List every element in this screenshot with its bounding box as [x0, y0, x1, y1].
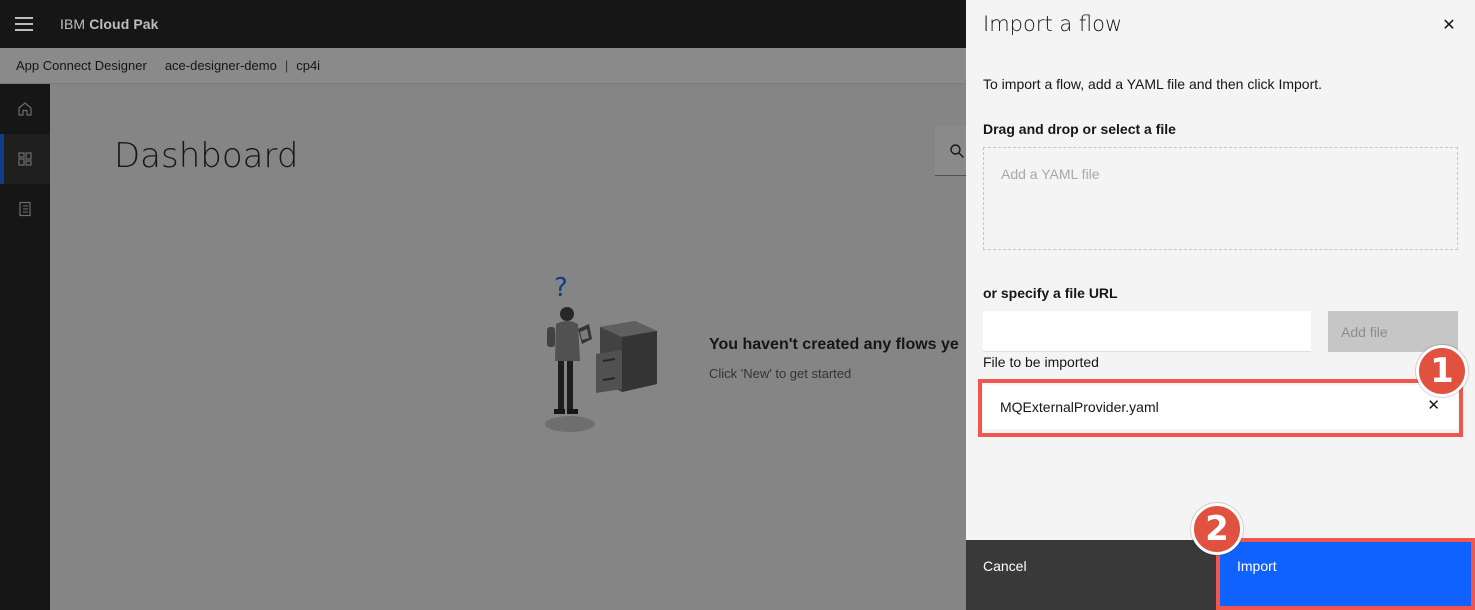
empty-state-heading: You haven't created any flows ye: [709, 336, 959, 353]
empty-state-hint: Click 'New' to get started: [709, 366, 852, 381]
close-icon[interactable]: ✕: [1436, 12, 1462, 38]
file-list-item: MQExternalProvider.yaml ✕: [983, 385, 1458, 429]
file-url-input[interactable]: [983, 311, 1311, 352]
file-name: MQExternalProvider.yaml: [1000, 399, 1159, 415]
menu-icon[interactable]: [0, 0, 48, 48]
remove-file-icon[interactable]: ✕: [1427, 396, 1440, 414]
brand-prefix: IBM: [60, 16, 86, 32]
sidebar-item-catalog[interactable]: [0, 184, 50, 234]
product-name[interactable]: IBM Cloud Pak: [60, 16, 159, 32]
page-title: Dashboard: [114, 136, 299, 176]
panel-title: Import a flow: [983, 12, 1123, 36]
search-icon: [950, 143, 964, 158]
brand-name: Cloud Pak: [89, 16, 159, 32]
file-to-import-label: File to be imported: [983, 354, 1099, 370]
instance-name: ace-designer-demo: [164, 58, 277, 73]
import-button[interactable]: Import: [1220, 540, 1475, 610]
step2-badge: 2: [1191, 503, 1243, 555]
namespace-name: cp4i: [296, 58, 321, 73]
import-flow-panel: Import a flow ✕ To import a flow, add a …: [966, 0, 1475, 610]
sidebar-item-home[interactable]: [0, 84, 50, 134]
panel-description: To import a flow, add a YAML file and th…: [983, 76, 1323, 92]
breadcrumb-separator: |: [284, 58, 289, 73]
file-drop-zone[interactable]: Add a YAML file: [983, 147, 1458, 250]
drop-zone-placeholder: Add a YAML file: [1001, 166, 1100, 182]
side-nav: [0, 84, 50, 610]
home-icon: [18, 102, 32, 116]
cancel-button[interactable]: Cancel: [966, 540, 1220, 610]
step1-badge: 1: [1416, 345, 1468, 397]
sidebar-item-dashboard[interactable]: [0, 134, 50, 184]
app-name: App Connect Designer: [16, 58, 147, 73]
empty-state-illustration: ?: [545, 273, 657, 432]
drop-zone-label: Drag and drop or select a file: [983, 121, 1176, 137]
url-label: or specify a file URL: [983, 285, 1118, 301]
dashboard-icon: [18, 152, 32, 166]
catalog-icon: [19, 201, 31, 217]
svg-text:?: ?: [554, 273, 568, 303]
